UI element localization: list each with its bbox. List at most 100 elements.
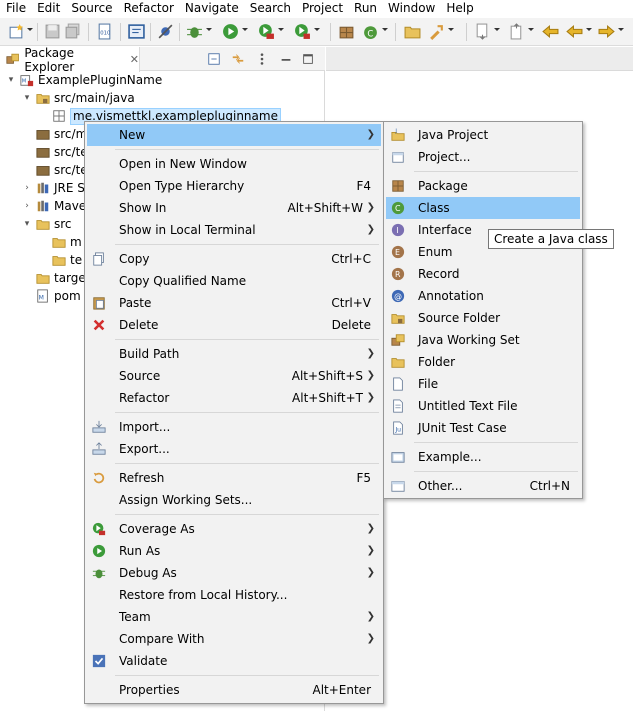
collapse-all-icon[interactable]: [207, 52, 221, 66]
menu-item-team[interactable]: Team ❯: [87, 606, 381, 628]
menu-item-show-in[interactable]: Show In Alt+Shift+W ❯: [87, 197, 381, 219]
tree-node-folder[interactable]: te: [38, 251, 82, 269]
chevron-down-icon[interactable]: [206, 28, 212, 31]
menu-item-java-project[interactable]: J Java Project: [386, 124, 580, 146]
menu-item-new[interactable]: New ❯: [87, 124, 381, 146]
binary-icon[interactable]: 010: [96, 23, 113, 40]
chevron-down-icon[interactable]: [448, 28, 454, 31]
menu-item-debug-as[interactable]: Debug As ❯: [87, 562, 381, 584]
menu-item-open-in-new-window[interactable]: Open in New Window: [87, 153, 381, 175]
menu-item-package[interactable]: Package: [386, 175, 580, 197]
last-edit-location-icon[interactable]: [542, 23, 559, 40]
menu-item-project[interactable]: Project...: [386, 146, 580, 168]
save-icon[interactable]: [44, 23, 61, 40]
menu-item-source-folder[interactable]: Source Folder: [386, 307, 580, 329]
menu-navigate[interactable]: Navigate: [179, 0, 244, 17]
menu-item-paste[interactable]: Paste Ctrl+V: [87, 292, 381, 314]
menu-item-assign-working-sets[interactable]: Assign Working Sets...: [87, 489, 381, 511]
coverage-icon[interactable]: [258, 23, 275, 40]
menu-item-validate[interactable]: Validate: [87, 650, 381, 672]
maximize-icon[interactable]: [301, 52, 315, 66]
menu-run[interactable]: Run: [348, 0, 382, 17]
new-package-icon[interactable]: [338, 23, 355, 40]
tree-node-maven-library[interactable]: › Mave: [22, 197, 86, 215]
run-icon[interactable]: [222, 23, 239, 40]
external-tools-icon[interactable]: [294, 23, 311, 40]
tree-node-src-folder[interactable]: src/te: [22, 143, 88, 161]
tree-node-src[interactable]: ▾ src: [22, 215, 72, 233]
tab-package-explorer[interactable]: Package Explorer ✕: [0, 46, 140, 74]
chevron-right-icon[interactable]: ›: [22, 179, 32, 197]
minimize-icon[interactable]: [279, 52, 293, 66]
menu-item-refactor[interactable]: Refactor Alt+Shift+T ❯: [87, 387, 381, 409]
chevron-down-icon[interactable]: [382, 28, 388, 31]
tree-node-src-main-java[interactable]: ▾ src/main/java: [22, 89, 135, 107]
chevron-down-icon[interactable]: [528, 28, 534, 31]
menu-item-delete[interactable]: Delete Delete: [87, 314, 381, 336]
menu-refactor[interactable]: Refactor: [118, 0, 179, 17]
menu-item-annotation[interactable]: @ Annotation: [386, 285, 580, 307]
chevron-down-icon[interactable]: [278, 28, 284, 31]
chevron-down-icon[interactable]: ▾: [6, 71, 16, 89]
open-type-icon[interactable]: [404, 23, 421, 40]
menu-item-class[interactable]: C Class: [386, 197, 580, 219]
skip-breakpoints-icon[interactable]: [157, 23, 174, 40]
console-icon[interactable]: [128, 23, 145, 40]
menu-item-compare-with[interactable]: Compare With ❯: [87, 628, 381, 650]
menu-item-open-type-hierarchy[interactable]: Open Type Hierarchy F4: [87, 175, 381, 197]
back-icon[interactable]: [566, 23, 583, 40]
chevron-down-icon[interactable]: [314, 28, 320, 31]
menu-item-example[interactable]: Example...: [386, 446, 580, 468]
chevron-down-icon[interactable]: [618, 28, 624, 31]
menu-search[interactable]: Search: [244, 0, 296, 17]
menu-item-refresh[interactable]: Refresh F5: [87, 467, 381, 489]
menu-item-junit-test-case[interactable]: Ju JUnit Test Case: [386, 417, 580, 439]
tree-node-folder[interactable]: m: [38, 233, 82, 251]
menu-item-folder[interactable]: Folder: [386, 351, 580, 373]
chevron-right-icon[interactable]: ›: [22, 197, 32, 215]
menu-source[interactable]: Source: [65, 0, 117, 17]
new-wizard-icon[interactable]: [8, 23, 25, 40]
menu-item-import[interactable]: Import...: [87, 416, 381, 438]
tree-node-src-folder[interactable]: src/te: [22, 161, 88, 179]
chevron-down-icon[interactable]: ▾: [22, 89, 32, 107]
link-with-editor-icon[interactable]: [231, 52, 245, 66]
tree-node-pom[interactable]: M pom: [22, 287, 81, 305]
next-annotation-icon[interactable]: [474, 23, 491, 40]
previous-annotation-icon[interactable]: [508, 23, 525, 40]
menu-edit[interactable]: Edit: [31, 0, 65, 17]
debug-icon[interactable]: [186, 23, 203, 40]
new-class-icon[interactable]: C: [362, 23, 379, 40]
save-all-icon[interactable]: [64, 23, 81, 40]
view-menu-icon[interactable]: [255, 52, 269, 66]
chevron-down-icon[interactable]: ▾: [22, 215, 32, 233]
menu-help[interactable]: Help: [440, 0, 478, 17]
chevron-down-icon[interactable]: [27, 28, 33, 31]
menu-project[interactable]: Project: [296, 0, 348, 17]
menu-item-export[interactable]: Export...: [87, 438, 381, 460]
menu-item-untitled-text-file[interactable]: Untitled Text File: [386, 395, 580, 417]
menu-item-java-working-set[interactable]: Java Working Set: [386, 329, 580, 351]
menu-item-show-in-local-terminal[interactable]: Show in Local Terminal ❯: [87, 219, 381, 241]
menu-item-record[interactable]: R Record: [386, 263, 580, 285]
tree-node-jre-library[interactable]: › JRE S: [22, 179, 85, 197]
menu-item-properties[interactable]: Properties Alt+Enter: [87, 679, 381, 701]
menu-item-other[interactable]: Other... Ctrl+N: [386, 475, 580, 497]
menu-item-restore-from-local-history[interactable]: Restore from Local History...: [87, 584, 381, 606]
menu-item-file[interactable]: File: [386, 373, 580, 395]
menu-window[interactable]: Window: [382, 0, 440, 17]
tree-node-project[interactable]: ▾ M ExamplePluginName: [6, 71, 162, 89]
chevron-down-icon[interactable]: [242, 28, 248, 31]
menu-item-coverage-as[interactable]: Coverage As ❯: [87, 518, 381, 540]
chevron-down-icon[interactable]: [494, 28, 500, 31]
menu-item-copy-qualified-name[interactable]: Copy Qualified Name: [87, 270, 381, 292]
close-icon[interactable]: ✕: [130, 53, 139, 66]
menu-item-build-path[interactable]: Build Path ❯: [87, 343, 381, 365]
menu-item-run-as[interactable]: Run As ❯: [87, 540, 381, 562]
menu-file[interactable]: File: [0, 0, 31, 17]
open-task-icon[interactable]: [428, 23, 445, 40]
menu-item-copy[interactable]: Copy Ctrl+C: [87, 248, 381, 270]
menu-item-source[interactable]: Source Alt+Shift+S ❯: [87, 365, 381, 387]
chevron-down-icon[interactable]: [586, 28, 592, 31]
tree-node-src-folder[interactable]: src/m: [22, 125, 87, 143]
